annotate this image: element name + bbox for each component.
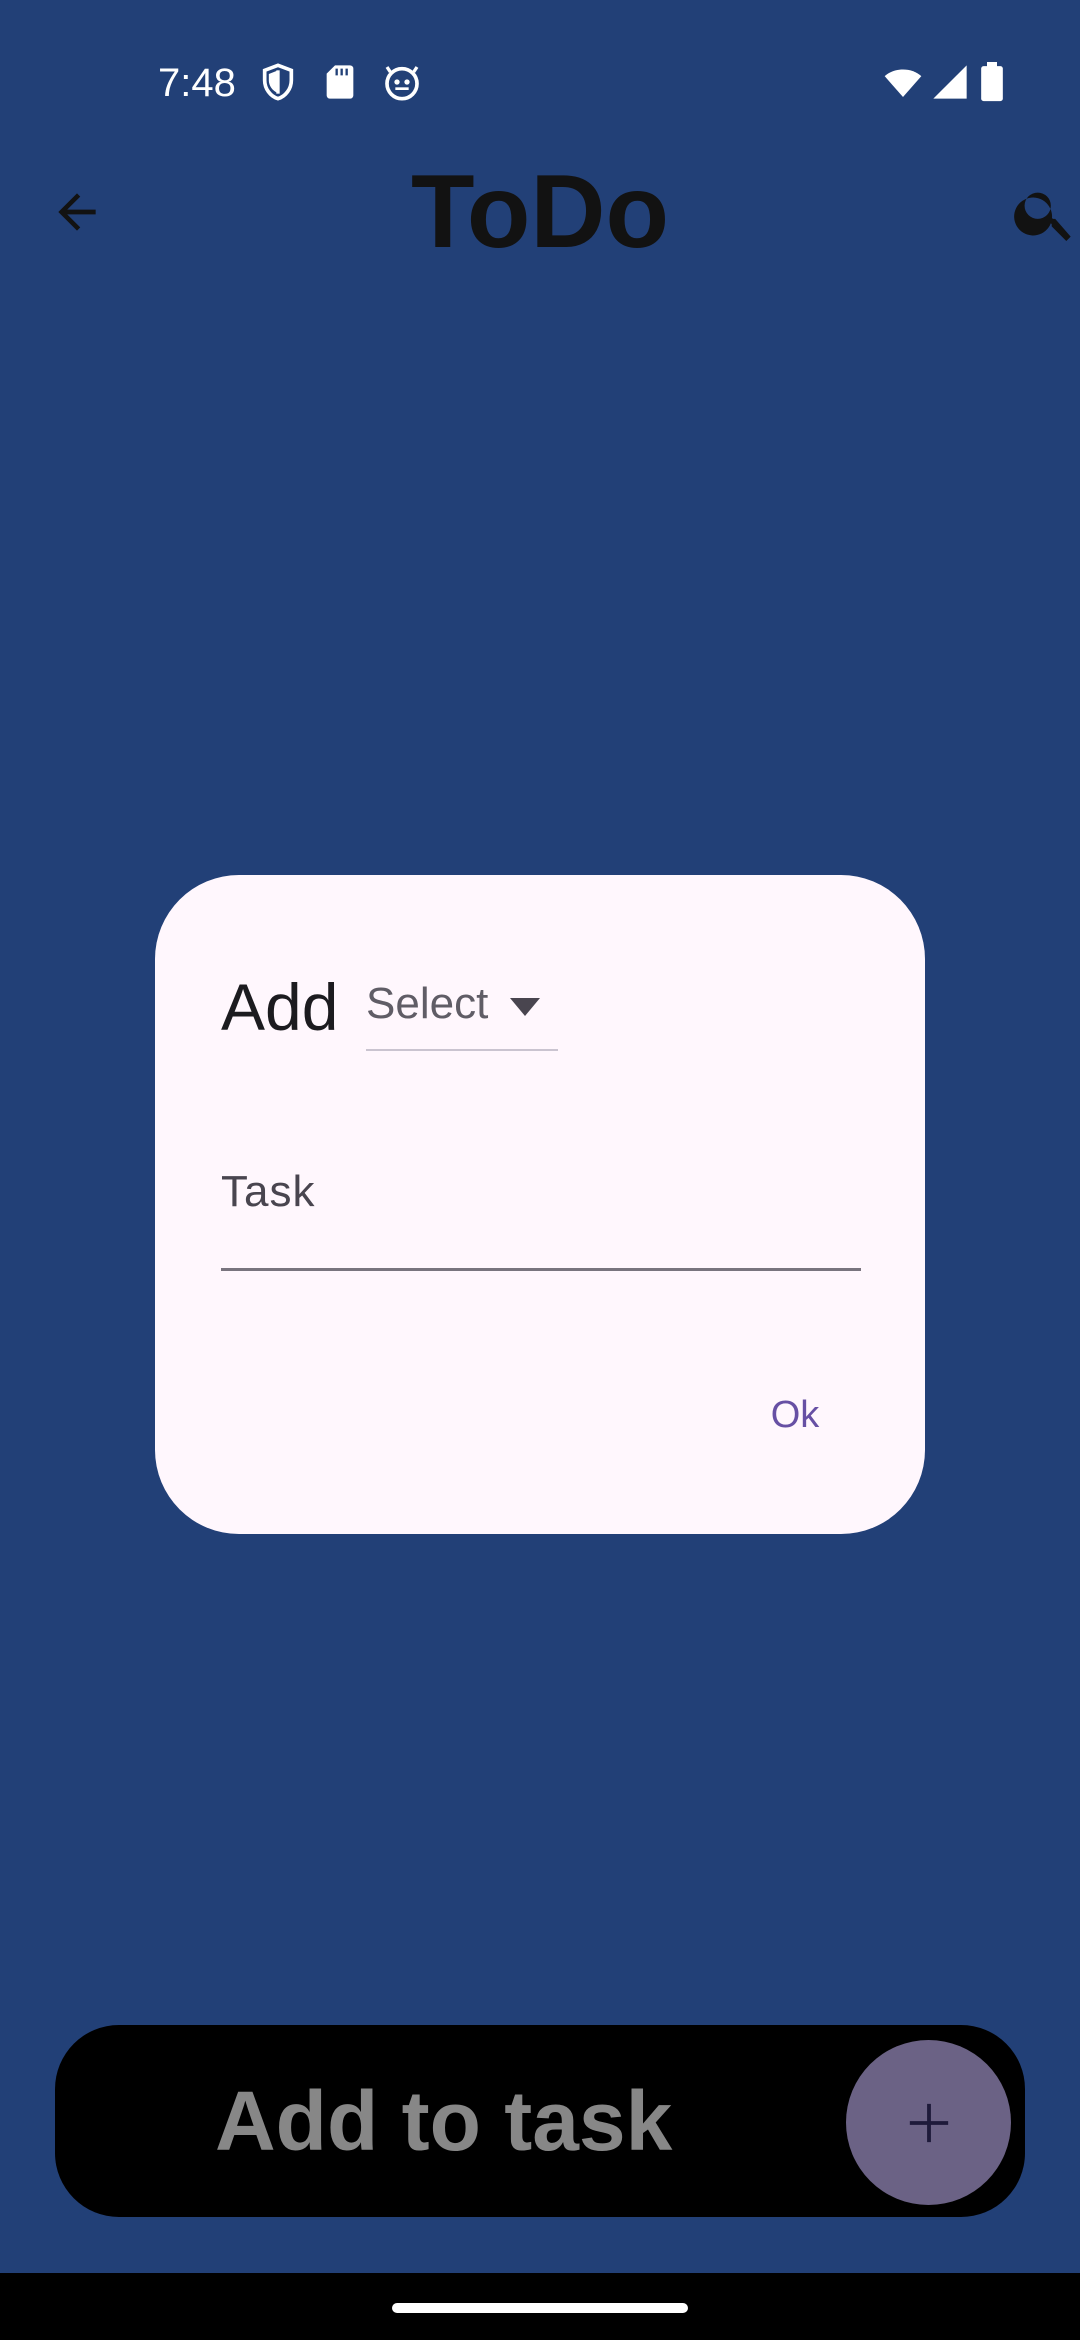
plus-icon (909, 2103, 948, 2142)
home-gesture-handle[interactable] (392, 2303, 688, 2313)
dialog-title: Add (221, 970, 339, 1044)
dropdown-arrow-icon (510, 997, 540, 1017)
status-time: 7:48 (158, 61, 236, 105)
sd-card-icon (320, 62, 360, 102)
robot-face-icon (382, 62, 422, 102)
search-button[interactable] (1010, 178, 1080, 248)
category-select[interactable]: Select (366, 975, 558, 1051)
ok-button[interactable]: Ok (725, 1375, 865, 1455)
add-to-task-label: Add to task (215, 2074, 673, 2168)
select-label: Select (366, 979, 489, 1028)
add-to-task-bar[interactable]: Add to task (55, 2025, 1025, 2217)
add-fab-button[interactable] (846, 2040, 1011, 2205)
battery-icon (976, 62, 1008, 102)
task-input[interactable]: Task (221, 1135, 861, 1271)
signal-icon (930, 62, 970, 102)
task-field-label: Task (221, 1167, 316, 1216)
search-icon (1014, 192, 1071, 241)
screen: 7:48 ToDo Add Select Task Ok Add to task (0, 0, 1080, 2340)
wifi-icon (880, 62, 926, 102)
shield-icon (258, 62, 298, 102)
add-task-dialog: Add Select Task Ok (155, 875, 925, 1534)
system-navigation-bar (0, 2273, 1080, 2340)
page-title: ToDo (411, 154, 669, 270)
status-bar: 7:48 (0, 0, 1080, 120)
